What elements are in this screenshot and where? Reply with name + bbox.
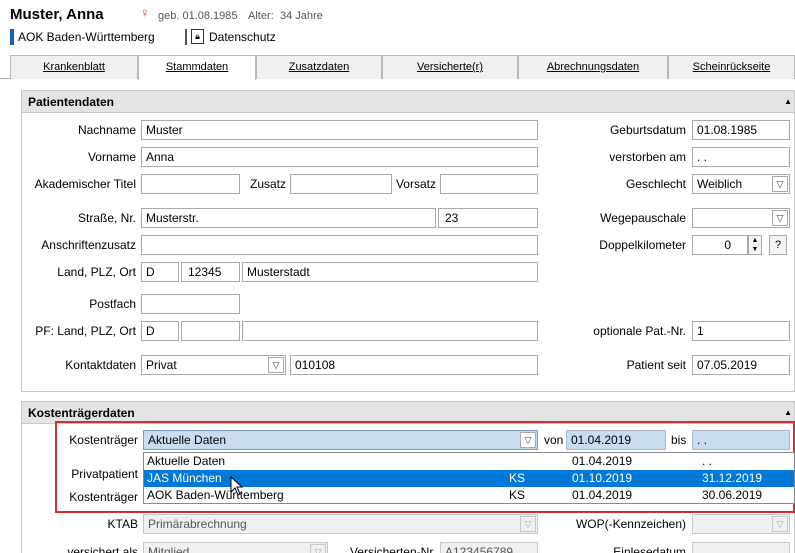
nachname-label: Nachname — [77, 123, 136, 137]
kasse-color-bar — [10, 29, 14, 45]
ort-field[interactable]: Musterstadt — [242, 262, 538, 282]
tab-zusatzdaten[interactable]: Zusatzdaten — [256, 55, 382, 79]
tab-krankenblatt[interactable]: Krankenblatt — [10, 55, 138, 79]
doppelkilometer-field[interactable]: 0 — [692, 235, 748, 255]
birth-date: geb. 01.08.1985 — [158, 10, 238, 22]
ktab-select[interactable]: Primärabrechnung ▽ — [143, 514, 538, 534]
pf-plz-field[interactable] — [181, 321, 240, 341]
versichert-als-select[interactable]: Mitglied ▽ — [143, 542, 328, 553]
einlesedatum-label: Einlesedatum — [613, 545, 686, 553]
option-to: 30.06.2019 — [702, 488, 763, 502]
kontakt-label: Kontaktdaten — [65, 358, 136, 372]
help-button[interactable]: ? — [769, 235, 787, 255]
tab-scheinrueckseite[interactable]: Scheinrückseite — [668, 55, 795, 79]
option-code: KS — [509, 471, 526, 485]
geschlecht-select[interactable]: Weiblich ▽ — [692, 174, 790, 194]
anschrift-label: Anschriftenzusatz — [41, 238, 136, 252]
option-to: . . — [702, 454, 713, 468]
separator — [185, 29, 187, 45]
insurance-name: AOK Baden-Württemberg — [18, 30, 155, 44]
doppelkilometer-label: Doppelkilometer — [599, 238, 686, 252]
option-code: KS — [509, 488, 526, 502]
geschlecht-label: Geschlecht — [625, 177, 686, 191]
kontakt-type-select[interactable]: Privat ▽ — [141, 355, 286, 375]
chevron-down-icon[interactable]: ▽ — [520, 516, 536, 532]
versichert-als-value: Mitglied — [148, 545, 190, 553]
postfach-field[interactable] — [141, 294, 240, 314]
wop-label: WOP(-Kennzeichen) — [575, 517, 686, 531]
panel-title-text: Patientendaten — [28, 95, 115, 109]
vorsatz-label: Vorsatz — [395, 177, 436, 191]
mouse-cursor-icon — [230, 476, 244, 496]
wegepauschale-select[interactable]: ▽ — [692, 208, 790, 228]
land-field[interactable]: D — [141, 262, 179, 282]
chevron-down-icon[interactable]: ▽ — [772, 176, 788, 192]
patient-seit-label: Patient seit — [626, 358, 686, 372]
tab-label: Stammdaten — [165, 61, 229, 73]
versichert-als-label: versichert als — [67, 545, 138, 553]
versicherten-nr-field[interactable]: A123456789 — [440, 542, 538, 553]
optionale-patnr-field[interactable]: 1 — [692, 321, 790, 341]
pf-land-field[interactable]: D — [141, 321, 179, 341]
einlesedatum-field[interactable] — [692, 542, 790, 553]
optionale-patnr-label: optionale Pat.-Nr. — [593, 324, 686, 338]
option-from: 01.04.2019 — [572, 488, 633, 502]
datenschutz-link[interactable]: Datenschutz — [209, 29, 276, 45]
option-from: 01.04.2019 — [572, 454, 633, 468]
anschrift-field[interactable] — [141, 235, 538, 255]
wop-select[interactable]: ▽ — [692, 514, 790, 534]
patient-name: Muster, Anna — [10, 6, 104, 23]
ktab-label: KTAB — [107, 517, 138, 531]
verstorben-field[interactable]: . . — [692, 147, 790, 167]
strasse-field[interactable]: Musterstr. — [141, 208, 436, 228]
vorname-label: Vorname — [87, 150, 136, 164]
postfach-label: Postfach — [89, 297, 136, 311]
verstorben-label: verstorben am — [609, 150, 686, 164]
female-symbol-icon: ♀ — [140, 5, 150, 20]
chevron-down-icon[interactable]: ▽ — [310, 544, 326, 553]
chevron-down-icon[interactable]: ▽ — [772, 516, 788, 532]
patient-panel-title: Patientendaten ▲ — [22, 91, 794, 113]
vorname-field[interactable]: Anna — [141, 147, 538, 167]
chevron-down-icon[interactable]: ▽ — [268, 357, 284, 373]
hausnummer-field[interactable]: 23 — [438, 208, 538, 228]
wegepauschale-label: Wegepauschale — [600, 211, 686, 225]
nachname-field[interactable]: Muster — [141, 120, 538, 140]
panel-title-text: Kostenträgerdaten — [28, 406, 135, 420]
spinner-icon[interactable]: ▲ ▼ — [748, 235, 762, 255]
tab-bar: Krankenblatt Stammdaten Zusatzdaten Vers… — [0, 55, 795, 80]
versicherten-nr-label: Versicherten-Nr. — [349, 545, 436, 553]
titel-label: Akademischer Titel — [34, 177, 136, 191]
zusatz-label: Zusatz — [249, 177, 286, 191]
patient-seit-field[interactable]: 07.05.2019 — [692, 355, 790, 375]
dropdown-option[interactable]: Aktuelle Daten 01.04.2019 . . — [144, 453, 794, 470]
kontakt-field[interactable]: 010108 — [290, 355, 538, 375]
pf-ort-field[interactable] — [242, 321, 538, 341]
age-label: Alter: — [248, 10, 274, 22]
geschlecht-value: Weiblich — [697, 177, 743, 191]
geburtsdatum-field[interactable]: 01.08.1985 — [692, 120, 790, 140]
option-name: AOK Baden-Württemberg — [147, 488, 284, 502]
tab-stammdaten[interactable]: Stammdaten — [138, 55, 256, 80]
option-name: JAS München — [147, 471, 222, 485]
lock-icon[interactable]: 🔒︎ — [191, 29, 204, 44]
collapse-icon[interactable]: ▲ — [784, 91, 792, 113]
plz-field[interactable]: 12345 — [181, 262, 240, 282]
strasse-label: Straße, Nr. — [77, 211, 136, 225]
kontakt-type-value: Privat — [146, 358, 177, 372]
option-from: 01.10.2019 — [572, 471, 633, 485]
geburtsdatum-label: Geburtsdatum — [609, 123, 686, 137]
tab-abrechnungsdaten[interactable]: Abrechnungsdaten — [518, 55, 668, 79]
age-value: 34 Jahre — [280, 10, 323, 22]
zusatz-field[interactable] — [290, 174, 392, 194]
ktab-value: Primärabrechnung — [148, 517, 247, 531]
vorsatz-field[interactable] — [440, 174, 538, 194]
pf-land-plz-ort-label: PF: Land, PLZ, Ort — [35, 324, 136, 338]
chevron-down-icon[interactable]: ▽ — [772, 210, 788, 226]
option-to: 31.12.2019 — [702, 471, 763, 485]
titel-field[interactable] — [141, 174, 240, 194]
option-name: Aktuelle Daten — [147, 454, 226, 468]
land-plz-ort-label: Land, PLZ, Ort — [57, 265, 136, 279]
tab-versicherte[interactable]: Versicherte(r) — [382, 55, 518, 79]
